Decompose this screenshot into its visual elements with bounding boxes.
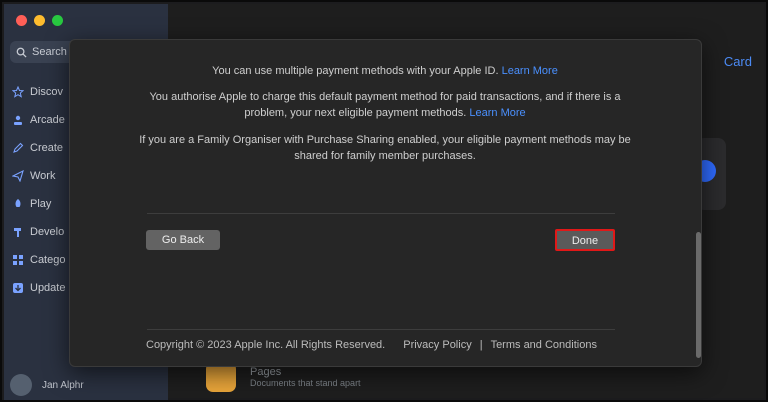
joystick-icon xyxy=(12,114,24,126)
go-back-button[interactable]: Go Back xyxy=(146,230,220,250)
sidebar-item-arcade[interactable]: Arcade xyxy=(12,106,65,134)
privacy-policy-link[interactable]: Privacy Policy xyxy=(403,339,471,351)
star-icon xyxy=(12,86,24,98)
sidebar-item-create[interactable]: Create xyxy=(12,134,65,162)
avatar xyxy=(10,374,32,396)
paper-plane-icon xyxy=(12,170,24,182)
info-text: You can use multiple payment methods wit… xyxy=(212,65,499,77)
rocket-icon xyxy=(12,198,24,210)
sidebar-item-label: Discov xyxy=(30,86,64,98)
divider xyxy=(147,329,615,330)
sidebar-item-label: Develo xyxy=(30,226,65,238)
minimize-window-button[interactable] xyxy=(34,15,45,26)
user-account[interactable]: Jan Alphr xyxy=(10,374,84,396)
sidebar-item-discover[interactable]: Discov xyxy=(12,78,65,106)
zoom-window-button[interactable] xyxy=(52,15,63,26)
divider xyxy=(147,213,615,214)
search-icon xyxy=(16,47,27,58)
payment-info-dialog: You can use multiple payment methods wit… xyxy=(69,39,702,367)
user-name: Jan Alphr xyxy=(42,379,84,391)
copyright-text: Copyright © 2023 Apple Inc. All Rights R… xyxy=(146,339,386,351)
done-button[interactable]: Done xyxy=(555,229,615,251)
sidebar-item-categories[interactable]: Catego xyxy=(12,246,65,274)
info-paragraph-1: You can use multiple payment methods wit… xyxy=(130,63,640,79)
sidebar-item-label: Work xyxy=(30,170,56,182)
scrollbar-thumb[interactable] xyxy=(696,232,701,358)
scrollbar[interactable] xyxy=(696,46,701,362)
learn-more-link[interactable]: Learn More xyxy=(502,65,558,77)
close-window-button[interactable] xyxy=(16,15,27,26)
sidebar-item-develop[interactable]: Develo xyxy=(12,218,65,246)
sidebar-item-play[interactable]: Play xyxy=(12,190,65,218)
app-window: Search Discov Arcade Create Work Play De… xyxy=(0,0,768,402)
sidebar-item-label: Arcade xyxy=(30,114,65,126)
app-subtitle: Documents that stand apart xyxy=(250,378,361,388)
info-text: You authorise Apple to charge this defau… xyxy=(149,91,621,119)
learn-more-link[interactable]: Learn More xyxy=(469,107,525,119)
sidebar-item-updates[interactable]: Update xyxy=(12,274,65,302)
window-controls xyxy=(16,15,63,26)
sidebar-item-label: Play xyxy=(30,198,52,210)
grid-icon xyxy=(12,254,24,266)
search-label: Search xyxy=(32,46,67,58)
sidebar-nav: Discov Arcade Create Work Play Develo Ca… xyxy=(12,78,65,302)
app-title: Pages xyxy=(250,366,282,378)
sidebar-item-label: Update xyxy=(30,282,66,294)
pencil-icon xyxy=(12,142,24,154)
footer-separator: | xyxy=(479,339,483,351)
info-paragraph-3: If you are a Family Organiser with Purch… xyxy=(130,132,640,164)
info-paragraph-2: You authorise Apple to charge this defau… xyxy=(130,89,640,121)
card-link[interactable]: Card xyxy=(724,54,752,69)
arrow-down-icon xyxy=(12,282,24,294)
sidebar-item-work[interactable]: Work xyxy=(12,162,65,190)
info-text: If you are a Family Organiser with Purch… xyxy=(139,134,631,162)
dialog-footer: Copyright © 2023 Apple Inc. All Rights R… xyxy=(146,339,597,351)
sidebar-item-label: Create xyxy=(30,142,64,154)
sidebar-item-label: Catego xyxy=(30,254,66,266)
terms-link[interactable]: Terms and Conditions xyxy=(491,339,597,351)
hammer-icon xyxy=(12,226,24,238)
